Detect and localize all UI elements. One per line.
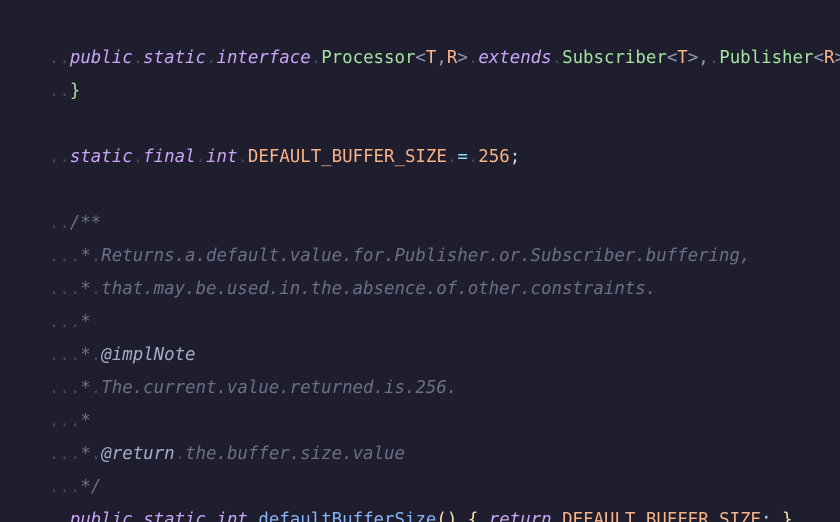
keyword-int: int <box>206 147 238 167</box>
whitespace-marker: . <box>90 378 102 398</box>
comment-text: that.may.be.used.in.the.absence.of.other… <box>101 279 657 299</box>
code-line-default-buffer-size-field: ..static.final.int.DEFAULT_BUFFER_SIZE.=… <box>7 108 520 167</box>
code-line-javadoc-implnote: ...*.@implNote <box>7 306 196 365</box>
whitespace-marker: . <box>310 48 322 68</box>
parentheses: () <box>436 510 458 522</box>
angle-bracket: > <box>457 48 468 68</box>
angle-bracket: < <box>666 48 678 68</box>
code-line-default-buffer-size-method: ..public.static.int.defaultBufferSize().… <box>7 471 793 522</box>
number-literal: 256 <box>478 147 510 167</box>
whitespace-marker: . <box>132 48 144 68</box>
whitespace-marker: . <box>195 147 206 167</box>
whitespace-marker: .. <box>48 147 70 167</box>
constant-name: DEFAULT_BUFFER_SIZE <box>562 510 762 522</box>
code-line-closing-brace: ..} <box>7 42 80 101</box>
open-brace: { <box>467 510 479 522</box>
whitespace-marker: . <box>90 279 102 299</box>
whitespace-marker: . <box>205 510 217 522</box>
whitespace-marker: . <box>551 510 563 522</box>
keyword-static: static <box>143 510 206 522</box>
generic-param: T <box>425 48 437 68</box>
code-line-javadoc: ...*.The.current.value.returned.is.256. <box>7 339 457 398</box>
generic-param: T <box>677 48 688 68</box>
keyword-public: public <box>69 510 133 522</box>
keyword-static: static <box>69 147 133 167</box>
code-line-javadoc-close: ...*/ <box>7 438 101 497</box>
keyword-return: return <box>488 510 552 522</box>
code-editor[interactable]: ..public.static.interface.Processor<T,R>… <box>0 0 840 522</box>
generic-param: R <box>446 48 458 68</box>
keyword-int: int <box>216 510 248 522</box>
whitespace-marker: .. <box>48 510 70 522</box>
method-name: defaultBufferSize <box>258 510 437 522</box>
type-name-processor: Processor <box>321 48 416 68</box>
semicolon: ; <box>761 510 772 522</box>
comma: , <box>698 48 709 68</box>
javadoc-tag: @return <box>101 444 175 464</box>
whitespace-marker: . <box>205 48 217 68</box>
whitespace-marker: . <box>551 48 563 68</box>
comma: , <box>436 48 447 68</box>
keyword-extends: extends <box>478 48 552 68</box>
constant-name: DEFAULT_BUFFER_SIZE <box>247 147 447 167</box>
type-name-subscriber: Subscriber <box>562 48 667 68</box>
code-line-javadoc: ...* <box>7 372 91 431</box>
comment-text: the.buffer.size.value <box>185 444 405 464</box>
code-line-interface-processor: ..public.static.interface.Processor<T,R>… <box>7 9 840 68</box>
whitespace-marker: . <box>132 510 144 522</box>
angle-bracket: > <box>834 48 840 68</box>
whitespace-marker: .. <box>48 81 70 101</box>
whitespace-marker: . <box>771 510 782 522</box>
whitespace-marker: . <box>174 444 186 464</box>
comment-text: The.current.value.returned.is.256. <box>101 378 458 398</box>
semicolon: ; <box>509 147 521 167</box>
angle-bracket: < <box>415 48 426 68</box>
whitespace-marker: . <box>446 147 458 167</box>
keyword-static: static <box>143 48 206 68</box>
keyword-interface: interface <box>216 48 311 68</box>
angle-bracket: > <box>687 48 699 68</box>
type-name-publisher: Publisher <box>719 48 814 68</box>
code-line-javadoc-return: ...*.@return.the.buffer.size.value <box>7 405 405 464</box>
whitespace-marker: . <box>467 147 479 167</box>
code-line-javadoc: ...*.that.may.be.used.in.the.absence.of.… <box>7 240 656 299</box>
code-line-javadoc: ...*.Returns.a.default.value.for.Publish… <box>7 207 751 266</box>
whitespace-marker: . <box>237 147 248 167</box>
code-line-javadoc: ...* <box>7 273 91 332</box>
keyword-final: final <box>143 147 196 167</box>
generic-param: R <box>823 48 835 68</box>
whitespace-marker: . <box>708 48 720 68</box>
closing-brace: } <box>69 81 81 101</box>
code-line-javadoc-open: ../** <box>7 174 101 233</box>
close-brace: } <box>782 510 793 522</box>
whitespace-marker: . <box>467 48 479 68</box>
whitespace-marker: . <box>457 510 468 522</box>
whitespace-marker: . <box>478 510 489 522</box>
whitespace-marker: . <box>247 510 259 522</box>
angle-bracket: < <box>813 48 824 68</box>
assign-operator: = <box>457 147 468 167</box>
whitespace-marker: . <box>132 147 144 167</box>
